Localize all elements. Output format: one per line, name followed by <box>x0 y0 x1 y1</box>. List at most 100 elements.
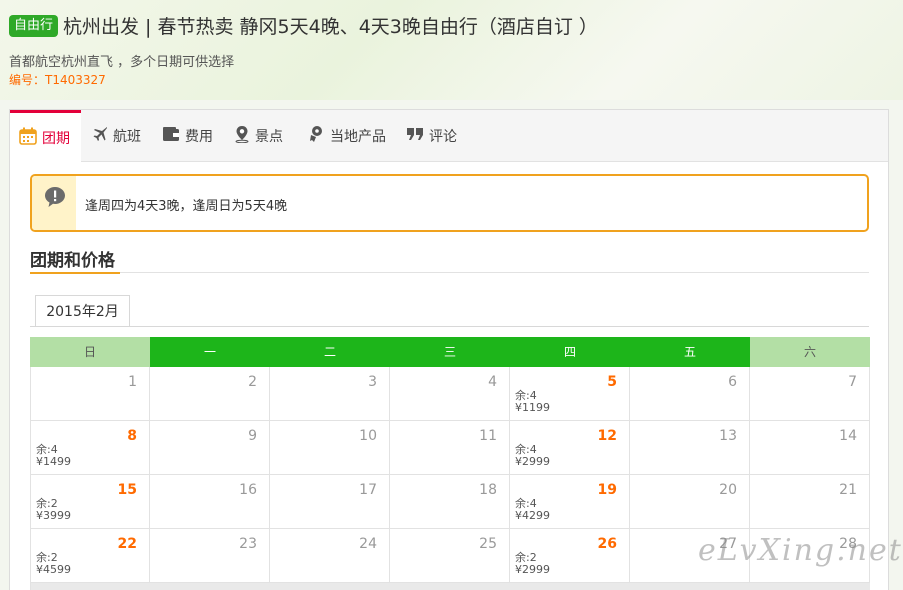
calendar-day-available[interactable]: 26 余:2 ¥2999 <box>510 529 630 583</box>
calendar-day: 20 <box>630 475 750 529</box>
day-number: 26 <box>597 536 617 552</box>
notice-icon <box>44 186 66 212</box>
calendar-day-available[interactable]: 12 余:4 ¥2999 <box>510 421 630 475</box>
day-price: ¥2999 <box>515 455 550 468</box>
calendar-day: 3 <box>270 367 390 421</box>
weekday-saturday: 六 <box>750 337 870 367</box>
tab-label: 费用 <box>185 129 213 145</box>
calendar-day: 14 <box>750 421 870 475</box>
calendar-day: 7 <box>750 367 870 421</box>
product-title: 杭州出发 | 春节热卖 静冈5天4晚、4天3晚自由行（酒店自订 ） <box>63 16 598 38</box>
calendar-day-available[interactable]: 15 余:2 ¥3999 <box>30 475 150 529</box>
product-header: 自由行 杭州出发 | 春节热卖 静冈5天4晚、4天3晚自由行（酒店自订 ） <box>9 12 598 39</box>
day-number: 22 <box>117 536 137 552</box>
calendar-day: 18 <box>390 475 510 529</box>
tab-bar: 团期 航班 费用 景点 当地产品 评论 <box>10 110 888 163</box>
calendar-day: 13 <box>630 421 750 475</box>
notice-text: 逢周四为4天3晚，逢周日为5天4晚 <box>85 199 288 214</box>
day-number: 6 <box>728 374 737 390</box>
local-product-icon <box>308 125 325 147</box>
tab-label: 当地产品 <box>330 129 386 145</box>
day-number: 21 <box>839 482 857 498</box>
calendar-day: 11 <box>390 421 510 475</box>
detail-panel: 团期 航班 费用 景点 当地产品 评论 逢周四为4天3晚，逢周日为5天4晚 团期… <box>9 109 889 590</box>
calendar-day: 2 <box>150 367 270 421</box>
tab-schedule[interactable]: 团期 <box>10 110 81 163</box>
day-number: 5 <box>607 374 617 390</box>
day-number: 9 <box>248 428 257 444</box>
tab-cost[interactable]: 费用 <box>162 110 213 162</box>
section-title-underline <box>30 272 120 274</box>
tab-label: 航班 <box>113 129 141 145</box>
calendar-icon <box>19 127 37 149</box>
calendar-day-available[interactable]: 19 余:4 ¥4299 <box>510 475 630 529</box>
calendar-week-row: 1 2 3 4 5 余:4 ¥1199 6 7 <box>30 367 870 421</box>
weekday-monday: 一 <box>150 337 270 367</box>
tab-attractions[interactable]: 景点 <box>234 110 283 162</box>
day-number: 15 <box>117 482 137 498</box>
day-price: ¥3999 <box>36 509 71 522</box>
product-subtitle: 首都航空杭州直飞 ，多个日期可供选择 <box>9 55 235 70</box>
tab-local-products[interactable]: 当地产品 <box>308 110 386 162</box>
tab-label: 景点 <box>255 129 283 145</box>
day-number: 7 <box>848 374 857 390</box>
watermark: eLvXing.net <box>698 533 903 568</box>
weekday-friday: 五 <box>630 337 750 367</box>
month-tab-divider <box>30 326 869 327</box>
day-number: 25 <box>479 536 497 552</box>
calendar-day: 25 <box>390 529 510 583</box>
calendar-day: 24 <box>270 529 390 583</box>
day-number: 4 <box>488 374 497 390</box>
calendar-day-available[interactable]: 5 余:4 ¥1199 <box>510 367 630 421</box>
weekday-wednesday: 三 <box>390 337 510 367</box>
wallet-icon <box>162 126 180 146</box>
calendar-day: 21 <box>750 475 870 529</box>
comment-icon <box>406 126 424 146</box>
weekday-tuesday: 二 <box>270 337 390 367</box>
calendar-day: 4 <box>390 367 510 421</box>
day-number: 19 <box>597 482 617 498</box>
calendar-week-row: 15 余:2 ¥3999 16 17 18 19 余:4 ¥4299 20 21 <box>30 475 870 529</box>
day-number: 8 <box>127 428 137 444</box>
notice-box: 逢周四为4天3晚，逢周日为5天4晚 <box>30 174 869 232</box>
plane-icon <box>92 126 108 146</box>
calendar-next-row <box>30 583 870 590</box>
day-number: 1 <box>128 374 137 390</box>
day-number: 17 <box>359 482 377 498</box>
day-number: 2 <box>248 374 257 390</box>
day-price: ¥4299 <box>515 509 550 522</box>
calendar-day: 16 <box>150 475 270 529</box>
calendar-day: 6 <box>630 367 750 421</box>
tab-comments[interactable]: 评论 <box>406 110 457 162</box>
calendar-day: 1 <box>30 367 150 421</box>
day-number: 13 <box>719 428 737 444</box>
day-number: 20 <box>719 482 737 498</box>
calendar-day-available[interactable]: 22 余:2 ¥4599 <box>30 529 150 583</box>
calendar-day: 17 <box>270 475 390 529</box>
day-price: ¥1199 <box>515 401 550 414</box>
product-code: 编号：T1403327 <box>9 73 106 87</box>
calendar-week-row: 8 余:4 ¥1499 9 10 11 12 余:4 ¥2999 13 14 <box>30 421 870 475</box>
day-price: ¥2999 <box>515 563 550 576</box>
product-type-badge: 自由行 <box>9 14 59 37</box>
tab-flight[interactable]: 航班 <box>92 110 141 162</box>
day-number: 16 <box>239 482 257 498</box>
day-number: 12 <box>597 428 617 444</box>
month-tab[interactable]: 2015年2月 <box>35 295 130 327</box>
section-divider <box>30 272 869 273</box>
calendar-day: 10 <box>270 421 390 475</box>
calendar-day-available[interactable]: 8 余:4 ¥1499 <box>30 421 150 475</box>
location-pin-icon <box>234 125 250 147</box>
calendar-weekday-header: 日 一 二 三 四 五 六 <box>30 337 870 367</box>
day-number: 11 <box>479 428 497 444</box>
weekday-thursday: 四 <box>510 337 630 367</box>
calendar-day: 9 <box>150 421 270 475</box>
day-number: 3 <box>368 374 377 390</box>
section-title: 团期和价格 <box>30 251 115 271</box>
day-price: ¥1499 <box>36 455 71 468</box>
calendar-day: 23 <box>150 529 270 583</box>
day-number: 24 <box>359 536 377 552</box>
day-number: 18 <box>479 482 497 498</box>
day-number: 10 <box>359 428 377 444</box>
weekday-sunday: 日 <box>30 337 150 367</box>
